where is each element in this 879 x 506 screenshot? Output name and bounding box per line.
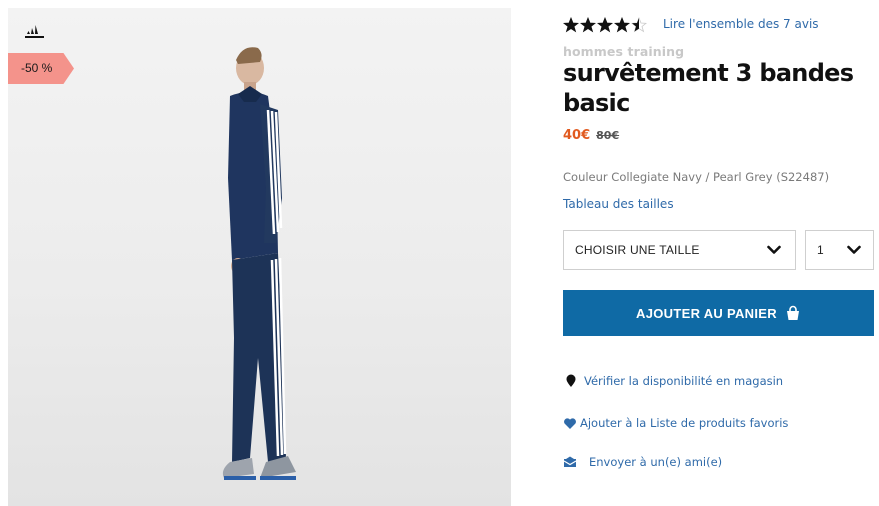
product-image[interactable]: -50 % — [8, 8, 511, 506]
tracksuit-model-figure — [222, 47, 296, 480]
star-icon — [614, 17, 630, 33]
size-guide-link[interactable]: Tableau des tailles — [563, 197, 674, 211]
add-to-cart-button[interactable]: AJOUTER AU PANIER — [563, 290, 874, 336]
add-to-wishlist-link[interactable]: Ajouter à la Liste de produits favoris — [563, 416, 788, 430]
product-title: survêtement 3 bandes basic — [563, 59, 854, 117]
store-availability-link[interactable]: Vérifier la disponibilité en magasin — [563, 374, 783, 388]
price-row: 40€ 80€ — [563, 128, 619, 143]
send-to-friend-label: Envoyer à un(e) ami(e) — [589, 455, 723, 469]
star-icon — [597, 17, 613, 33]
product-info-panel: Lire l'ensemble des 7 avis hommes traini… — [563, 0, 879, 506]
size-select-value: CHOISIR UNE TAILLE — [575, 243, 700, 257]
add-to-cart-label: AJOUTER AU PANIER — [636, 305, 777, 321]
price-old: 80€ — [596, 129, 620, 142]
heart-icon — [564, 417, 576, 429]
rating-stars — [563, 16, 647, 34]
quantity-select[interactable]: 1 — [805, 230, 874, 270]
send-to-friend-link[interactable]: Envoyer à un(e) ami(e) — [563, 455, 722, 469]
reviews-link[interactable]: Lire l'ensemble des 7 avis — [663, 17, 819, 31]
map-pin-icon — [566, 374, 576, 387]
star-icon — [563, 17, 579, 33]
price-current: 40€ — [563, 128, 591, 143]
product-category: hommes training — [563, 44, 685, 59]
chevron-down-icon — [767, 245, 781, 254]
envelope-icon — [563, 456, 577, 467]
shopping-bag-icon — [786, 305, 799, 320]
add-to-wishlist-label: Ajouter à la Liste de produits favoris — [580, 416, 789, 430]
adidas-logo-icon — [25, 25, 44, 38]
size-select[interactable]: CHOISIR UNE TAILLE — [563, 230, 796, 270]
chevron-down-icon — [847, 245, 861, 254]
discount-badge: -50 % — [8, 53, 74, 84]
star-icon — [580, 17, 596, 33]
star-icon — [631, 17, 647, 33]
store-availability-label: Vérifier la disponibilité en magasin — [584, 374, 784, 388]
color-info: Couleur Collegiate Navy / Pearl Grey (S2… — [563, 170, 830, 184]
quantity-select-value: 1 — [817, 243, 824, 257]
